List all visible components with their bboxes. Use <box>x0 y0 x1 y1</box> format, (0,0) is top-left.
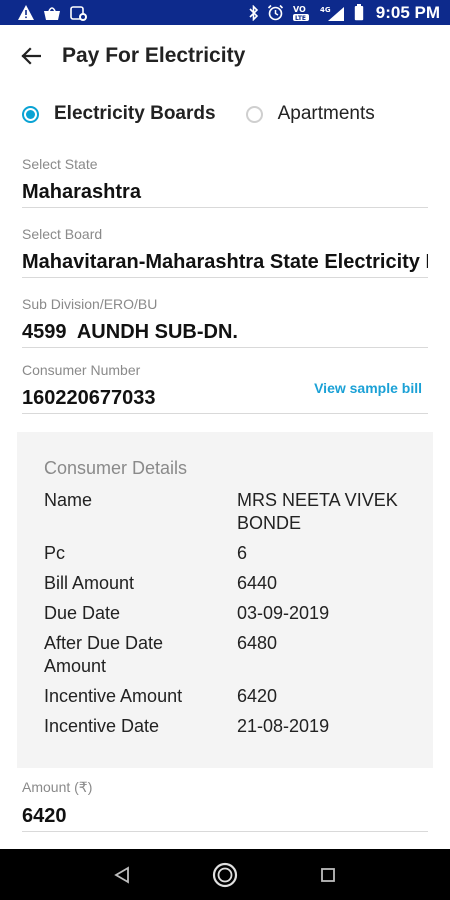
app-bar: Pay For Electricity <box>0 25 450 87</box>
detail-row-after-due-date-amount: After Due Date Amount 6480 <box>44 632 414 678</box>
amount-input[interactable]: 6420 <box>22 802 428 832</box>
radio-label: Apartments <box>277 103 375 124</box>
board-field[interactable]: Select Board Mahavitaran-Maharashtra Sta… <box>22 226 428 278</box>
radio-checked-icon <box>22 105 39 123</box>
detail-key: Incentive Amount <box>44 686 183 706</box>
nav-home-button[interactable] <box>205 855 245 895</box>
detail-row-incentive-date: Incentive Date 21-08-2019 <box>44 715 414 738</box>
warning-icon <box>18 4 34 22</box>
radio-unchecked-icon <box>245 105 263 123</box>
amount-label: Amount (₹) <box>22 779 93 795</box>
board-value[interactable]: Mahavitaran-Maharashtra State Electricit… <box>22 248 428 278</box>
detail-row-pc: Pc 6 <box>44 542 414 565</box>
radio-electricity-boards[interactable]: Electricity Boards <box>22 103 216 125</box>
detail-row-incentive-amount: Incentive Amount 6420 <box>44 685 414 708</box>
detail-key: Name <box>44 490 93 510</box>
detail-row-bill-amount: Bill Amount 6440 <box>44 572 414 595</box>
state-label: Select State <box>22 156 98 172</box>
radio-apartments[interactable]: Apartments <box>245 103 375 125</box>
detail-value: MRS NEETA VIVEK BONDE <box>237 490 398 533</box>
svg-text:4G: 4G <box>320 6 331 14</box>
detail-value: 03-09-2019 <box>237 603 330 623</box>
status-bar: VO LTE 4G 9:05 PM <box>0 0 450 25</box>
battery-icon <box>354 4 364 22</box>
subdivision-value[interactable]: 4599 AUNDH SUB-DN. <box>22 318 428 348</box>
arrow-left-icon <box>21 47 41 65</box>
detail-key: Incentive Date <box>44 716 160 736</box>
detail-key: Due Date <box>44 603 121 623</box>
circle-home-icon <box>212 862 238 887</box>
provider-type-radio-group: Electricity Boards Apartments <box>22 96 375 132</box>
subdivision-label: Sub Division/ERO/BU <box>22 296 158 312</box>
page-title: Pay For Electricity <box>62 44 246 67</box>
amount-field[interactable]: Amount (₹) 6420 <box>22 779 428 832</box>
nav-recents-button[interactable] <box>308 855 348 895</box>
volte-icon: VO LTE <box>292 4 312 22</box>
subdivision-field[interactable]: Sub Division/ERO/BU 4599 AUNDH SUB-DN. <box>22 296 428 348</box>
state-field[interactable]: Select State Maharashtra <box>22 156 428 208</box>
consumer-number-field[interactable]: Consumer Number 160220677033 View sample… <box>22 362 428 414</box>
consumer-details-list: Name MRS NEETA VIVEK BONDE Pc 6 Bill Amo… <box>44 489 414 745</box>
svg-text:VO: VO <box>293 5 306 14</box>
signal-icon: 4G <box>320 4 346 22</box>
screen: VO LTE 4G 9:05 PM Pay For Electricity Ele… <box>0 0 450 900</box>
detail-value: 21-08-2019 <box>237 716 330 736</box>
status-time: 9:05 PM <box>375 2 440 22</box>
consumer-details-card: Consumer Details Name MRS NEETA VIVEK BO… <box>17 432 433 768</box>
radio-label: Electricity Boards <box>54 103 216 124</box>
detail-row-due-date: Due Date 03-09-2019 <box>44 602 414 625</box>
detail-value: 6480 <box>237 633 278 653</box>
detail-key: Pc <box>44 543 66 563</box>
system-nav-bar <box>0 849 450 900</box>
bluetooth-icon <box>249 4 259 22</box>
detail-row-name: Name MRS NEETA VIVEK BONDE <box>44 489 414 535</box>
square-recents-icon <box>321 867 336 882</box>
status-bar-left <box>18 4 88 22</box>
alarm-icon <box>267 4 284 22</box>
state-value[interactable]: Maharashtra <box>22 178 428 208</box>
back-button[interactable] <box>18 43 44 69</box>
board-label: Select Board <box>22 226 103 242</box>
shopping-bag-icon <box>42 4 62 22</box>
consumer-details-title: Consumer Details <box>44 458 188 478</box>
consumer-number-label: Consumer Number <box>22 362 141 378</box>
view-sample-bill-link[interactable]: View sample bill <box>314 380 422 396</box>
detail-key: Bill Amount <box>44 573 135 593</box>
svg-text:LTE: LTE <box>295 15 306 22</box>
detail-value: 6 <box>237 543 248 563</box>
detail-value: 6420 <box>237 686 278 706</box>
triangle-back-icon <box>113 865 129 884</box>
status-bar-right: VO LTE 4G 9:05 PM <box>249 3 440 23</box>
notification-app-icon <box>70 4 88 22</box>
detail-value: 6440 <box>237 573 278 593</box>
detail-key: After Due Date Amount <box>44 633 164 676</box>
nav-back-button[interactable] <box>102 855 142 895</box>
